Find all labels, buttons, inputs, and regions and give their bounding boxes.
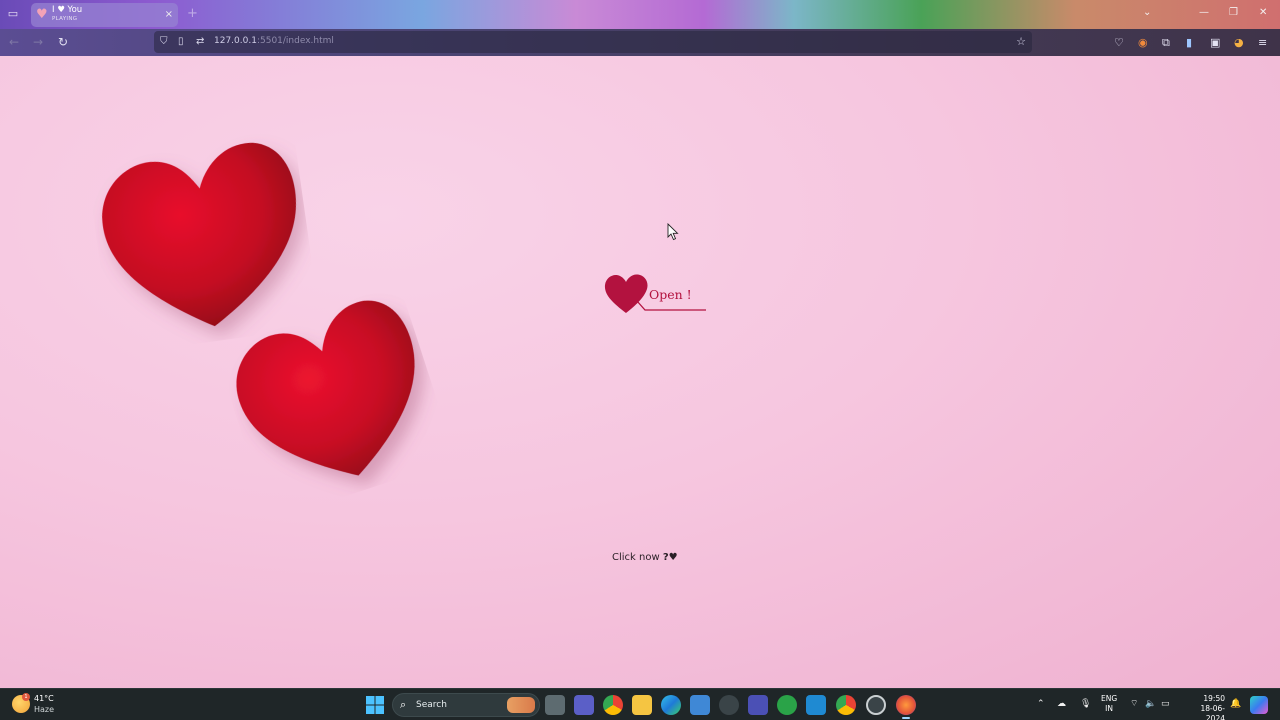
search-label: Search bbox=[416, 700, 447, 710]
menu-icon[interactable]: ≡ bbox=[1258, 36, 1267, 49]
windows-start-icon[interactable] bbox=[366, 696, 384, 714]
mouse-cursor-icon bbox=[667, 223, 679, 241]
pocket-icon[interactable]: ♡ bbox=[1114, 36, 1124, 49]
windows-taskbar: 1 41°C Haze ⌕ Search ⌃ ☁ 🎙 ENG IN ⌔ 🔈 ▭ … bbox=[0, 688, 1280, 720]
weather-description[interactable]: Haze bbox=[34, 705, 54, 714]
new-tab-button[interactable]: + bbox=[187, 7, 198, 21]
language-indicator[interactable]: ENG IN bbox=[1101, 694, 1117, 714]
reload-button[interactable]: ↻ bbox=[58, 35, 68, 49]
volume-icon[interactable]: 🔈 bbox=[1145, 698, 1156, 710]
url-text[interactable]: 127.0.0.1:5501/index.html bbox=[214, 36, 334, 46]
task-view-icon[interactable] bbox=[545, 695, 565, 715]
github-icon[interactable] bbox=[866, 695, 886, 715]
browser-tab-active[interactable]: ♥ I ♥ You PLAYING × bbox=[31, 3, 178, 27]
store-icon[interactable] bbox=[690, 695, 710, 715]
copilot-icon[interactable] bbox=[1250, 696, 1268, 714]
close-tab-icon[interactable]: × bbox=[165, 8, 173, 22]
show-hidden-icons-icon[interactable]: ⌃ bbox=[1037, 698, 1045, 710]
microphone-icon[interactable]: 🎙 bbox=[1080, 698, 1091, 710]
tab-playing-label: PLAYING bbox=[52, 16, 78, 22]
teams-icon[interactable] bbox=[574, 695, 594, 715]
clock[interactable]: 19:50 18-06-2024 bbox=[1183, 694, 1226, 720]
restore-window-button[interactable]: ❐ bbox=[1229, 6, 1238, 20]
chrome-icon[interactable] bbox=[603, 695, 623, 715]
xbox-icon[interactable] bbox=[777, 695, 797, 715]
powerapps-icon[interactable] bbox=[748, 695, 768, 715]
heart-favicon-icon: ♥ bbox=[36, 7, 48, 22]
forward-button[interactable]: → bbox=[33, 35, 43, 49]
tab-list-icon[interactable]: ▭ bbox=[6, 7, 20, 21]
extension-blue-icon[interactable]: ▮ bbox=[1186, 36, 1192, 49]
page-content: Open ! Click now ?♥ bbox=[0, 56, 1280, 688]
search-icon: ⌕ bbox=[400, 698, 407, 711]
settings-app-icon[interactable] bbox=[719, 695, 739, 715]
browser-title-bar: ▭ ♥ I ♥ You PLAYING × + ⌄ — ❐ ✕ bbox=[0, 0, 1280, 29]
list-all-tabs-icon[interactable]: ⌄ bbox=[1143, 6, 1151, 20]
open-heart-icon bbox=[604, 274, 648, 313]
file-explorer-icon[interactable] bbox=[632, 695, 652, 715]
weather-temperature[interactable]: 41°C bbox=[34, 694, 54, 703]
shield-icon[interactable]: ⛉ bbox=[160, 35, 168, 49]
wifi-icon[interactable]: ⌔ bbox=[1130, 698, 1138, 710]
edge-icon[interactable] bbox=[661, 695, 681, 715]
page-info-icon[interactable]: ▯ bbox=[178, 35, 184, 49]
extensions-icon[interactable]: ⧉ bbox=[1162, 36, 1170, 49]
permissions-icon[interactable]: ⇄ bbox=[196, 35, 204, 49]
notifications-bell-icon[interactable]: 🔔 bbox=[1230, 698, 1241, 710]
close-window-button[interactable]: ✕ bbox=[1259, 6, 1267, 20]
tab-title: I ♥ You bbox=[52, 5, 83, 15]
open-envelope-button[interactable]: Open ! bbox=[603, 273, 713, 317]
browser-nav-bar: ← → ↻ ⛉ ▯ ⇄ 127.0.0.1:5501/index.html ☆ … bbox=[0, 29, 1280, 56]
heart-emoji-icon: ?♥ bbox=[662, 552, 678, 563]
chrome-profile-icon[interactable] bbox=[836, 695, 856, 715]
address-bar[interactable]: ⛉ ▯ ⇄ 127.0.0.1:5501/index.html ☆ bbox=[154, 31, 1032, 53]
firefox-active-indicator bbox=[902, 717, 910, 719]
click-now-hint: Click now ?♥ bbox=[612, 552, 678, 563]
weather-badge: 1 bbox=[22, 693, 30, 701]
battery-icon[interactable]: ▭ bbox=[1161, 698, 1170, 710]
open-button-label: Open ! bbox=[649, 287, 692, 302]
taskbar-search[interactable]: ⌕ Search bbox=[392, 693, 540, 717]
account-icon[interactable]: ◉ bbox=[1138, 36, 1148, 49]
firefox-icon[interactable] bbox=[896, 695, 916, 715]
onedrive-icon[interactable]: ☁ bbox=[1057, 698, 1066, 710]
screenshot-icon[interactable]: ▣ bbox=[1210, 36, 1220, 49]
back-button[interactable]: ← bbox=[9, 35, 19, 49]
bookmark-star-icon[interactable]: ☆ bbox=[1016, 35, 1026, 49]
minimize-window-button[interactable]: — bbox=[1199, 6, 1209, 20]
search-highlight-image bbox=[507, 697, 535, 713]
color-extension-icon[interactable]: ◕ bbox=[1234, 36, 1244, 49]
vscode-icon[interactable] bbox=[806, 695, 826, 715]
